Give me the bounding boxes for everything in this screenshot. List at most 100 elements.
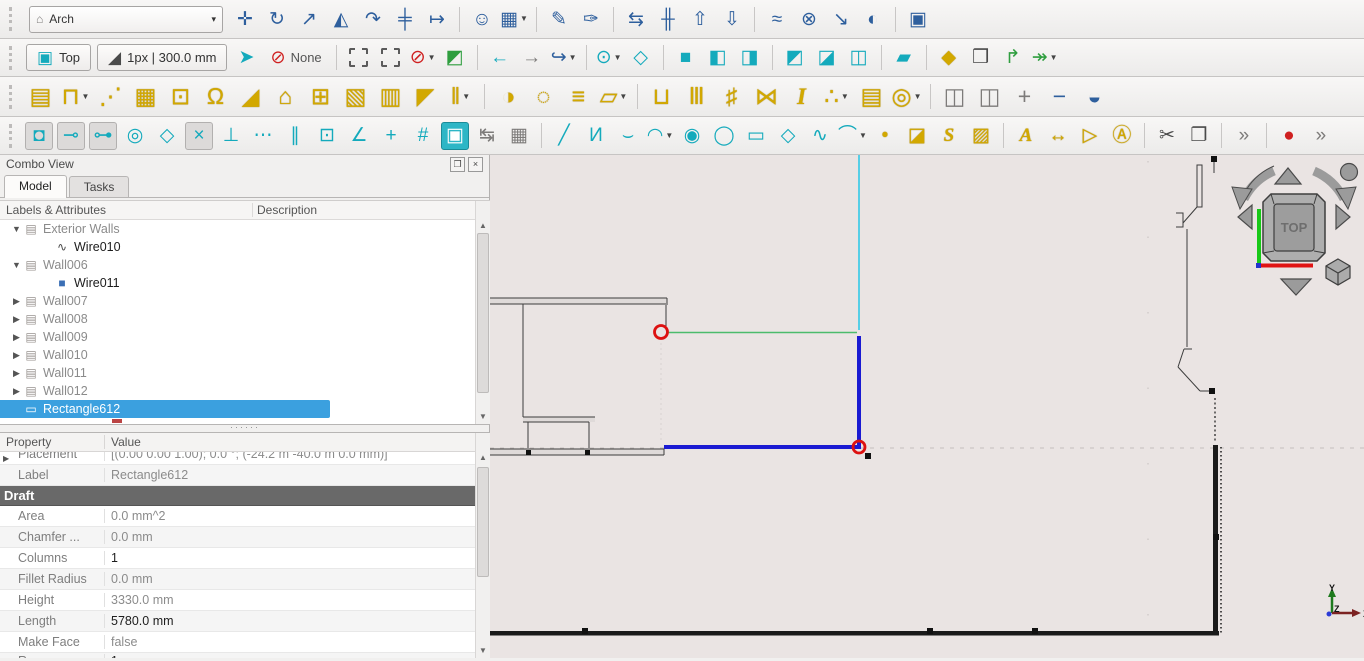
draft-hatch-icon[interactable]: ▨: [967, 122, 995, 150]
cut-icon[interactable]: ✂: [1153, 122, 1181, 150]
snap-midpoint-icon[interactable]: ⊶: [89, 122, 117, 150]
macro-record-icon[interactable]: ●: [1275, 122, 1303, 150]
new-page-icon[interactable]: ❒: [967, 44, 995, 72]
draft-fillet-icon[interactable]: ⌣: [614, 122, 642, 150]
trimex-icon[interactable]: ╪: [391, 5, 419, 33]
shape-2d-view-icon[interactable]: ⊗: [795, 5, 823, 33]
tree-item-wire011[interactable]: ■Wire011: [0, 274, 490, 292]
toolbar-grip[interactable]: [9, 7, 18, 31]
snap-angle-icon[interactable]: ◇: [153, 122, 181, 150]
snap-intersection-icon[interactable]: ×: [185, 122, 213, 150]
property-value[interactable]: 0.0 mm^2: [105, 509, 166, 523]
property-row-area[interactable]: Area0.0 mm^2: [0, 506, 490, 527]
prop-scroll-up-icon[interactable]: ▲: [476, 451, 490, 464]
rectangle612-edit-geometry[interactable]: [655, 155, 866, 453]
snap-dimensions-icon[interactable]: ↹: [473, 122, 501, 150]
array-icon[interactable]: ▦▼: [500, 5, 528, 33]
tree-item-wall008[interactable]: ▶▤Wall008: [0, 310, 490, 328]
autogroup-button[interactable]: ⊘None: [270, 47, 321, 68]
line-style-button[interactable]: ◢1px | 300.0 mm: [97, 44, 227, 71]
draft-rectangle-icon[interactable]: ▭: [742, 122, 770, 150]
snap-near-icon[interactable]: ∠: [345, 122, 373, 150]
zoom-icon[interactable]: ⊙▼: [595, 44, 623, 72]
toolbar-grip[interactable]: [9, 85, 18, 109]
snap-special-icon[interactable]: ⊡: [313, 122, 341, 150]
nav-forward-icon[interactable]: →: [518, 44, 546, 72]
arch-material-icon[interactable]: ∴▼: [821, 81, 852, 112]
draft-circle-icon[interactable]: ◉: [678, 122, 706, 150]
part-shape-icon[interactable]: ◆: [935, 44, 963, 72]
property-value[interactable]: 3330.0 mm: [105, 593, 174, 607]
tree-scroll-up-icon[interactable]: ▲: [476, 219, 490, 232]
tree-item-wall009[interactable]: ▶▤Wall009: [0, 328, 490, 346]
toolbar-grip[interactable]: [9, 124, 18, 148]
draft-bspline-icon[interactable]: ∿: [806, 122, 834, 150]
panel-splitter[interactable]: ······: [0, 425, 490, 432]
property-value[interactable]: 0.0 mm: [105, 572, 153, 586]
arch-frame-icon[interactable]: ▥: [375, 81, 406, 112]
toolbar-overflow-icon[interactable]: »: [1230, 122, 1258, 150]
arch-stairs-icon[interactable]: ≡: [563, 81, 594, 112]
property-value[interactable]: 0.0 mm: [105, 530, 153, 544]
draft-arc-icon[interactable]: ◠▼: [646, 122, 674, 150]
toolbar-grip[interactable]: [9, 46, 18, 70]
snap-center-icon[interactable]: ◎: [121, 122, 149, 150]
property-row-rows[interactable]: Rows1: [0, 653, 490, 658]
view-front-icon[interactable]: ■: [672, 44, 700, 72]
arch-pipe-icon[interactable]: ◎▼: [891, 81, 922, 112]
arch-section-plane-icon[interactable]: ◌: [528, 81, 559, 112]
nav-back-icon[interactable]: ←: [486, 44, 514, 72]
mirror-icon[interactable]: ◭: [327, 5, 355, 33]
property-row-make-face[interactable]: Make Facefalse: [0, 632, 490, 653]
property-row-length[interactable]: Length5780.0 mm: [0, 611, 490, 632]
property-row-columns[interactable]: Columns1: [0, 548, 490, 569]
arch-axis-icon[interactable]: ◑: [493, 81, 524, 112]
link-select-icon[interactable]: ↪▼: [550, 44, 578, 72]
expander-open-icon[interactable]: ▼: [10, 260, 23, 270]
stretch-icon[interactable]: ↦: [423, 5, 451, 33]
arch-remove-icon[interactable]: −: [1044, 81, 1075, 112]
draft-point-icon[interactable]: •: [871, 122, 899, 150]
annotation-styles-icon[interactable]: Ⓐ: [1108, 122, 1136, 150]
draft-line-icon[interactable]: ╱: [550, 122, 578, 150]
property-row-height[interactable]: Height3330.0 mm: [0, 590, 490, 611]
view-bottom-icon[interactable]: ◪: [813, 44, 841, 72]
draft-text-icon[interactable]: A: [1012, 122, 1040, 150]
arch-equipment-icon[interactable]: ⊔: [646, 81, 677, 112]
tree-item-wall010[interactable]: ▶▤Wall010: [0, 346, 490, 364]
draft-edit-icon[interactable]: ☺: [468, 5, 496, 33]
view-top-icon[interactable]: ◧: [704, 44, 732, 72]
expander-closed-icon[interactable]: ▶: [10, 332, 23, 343]
property-value[interactable]: false: [105, 635, 137, 649]
working-plane-top-button[interactable]: ▣Top: [26, 44, 91, 71]
offset-icon[interactable]: ↷: [359, 5, 387, 33]
axonometric-view-icon[interactable]: ◇: [627, 44, 655, 72]
toolbar-overflow2-icon[interactable]: »: [1307, 122, 1335, 150]
arch-building-icon[interactable]: ⌂: [270, 81, 301, 112]
snap-off-icon[interactable]: ⊘▼: [409, 44, 437, 72]
property-row-fillet-radius[interactable]: Fillet Radius0.0 mm: [0, 569, 490, 590]
layer-icon[interactable]: ▣: [904, 5, 932, 33]
upgrade-icon[interactable]: ⇧: [686, 5, 714, 33]
export-icon[interactable]: ↱: [999, 44, 1027, 72]
property-scrollbar[interactable]: ▲ ▼: [475, 433, 490, 658]
property-value[interactable]: 1: [105, 551, 118, 565]
snap-extension-icon[interactable]: ⋯: [249, 122, 277, 150]
arch-pipe-connectors-icon[interactable]: ‖▼: [445, 81, 476, 112]
expander-closed-icon[interactable]: ▶: [10, 296, 23, 307]
workbench-selector[interactable]: ⌂Arch▾: [29, 6, 223, 33]
draft-label-icon[interactable]: ▷: [1076, 122, 1104, 150]
property-value[interactable]: 5780.0 mm: [105, 614, 174, 628]
arch-roof-icon[interactable]: ◢: [235, 81, 266, 112]
property-value[interactable]: 1: [105, 654, 118, 659]
floor-plan-walls[interactable]: [490, 156, 1221, 636]
tree-item-wall011[interactable]: ▶▤Wall011: [0, 364, 490, 382]
measure-icon[interactable]: ▰: [890, 44, 918, 72]
property-row-placement[interactable]: ▶Placement[(0.00 0.00 1.00); 0.0 °; (-24…: [0, 452, 490, 465]
arch-shape-from-mesh-icon[interactable]: ▧: [340, 81, 371, 112]
flip-direction-icon[interactable]: ◐: [859, 5, 887, 33]
select-box-icon[interactable]: [377, 44, 405, 72]
expander-closed-icon[interactable]: ▶: [10, 314, 23, 325]
edit-mode-icon[interactable]: ◩: [441, 44, 469, 72]
tree-scroll-thumb[interactable]: [477, 233, 489, 393]
